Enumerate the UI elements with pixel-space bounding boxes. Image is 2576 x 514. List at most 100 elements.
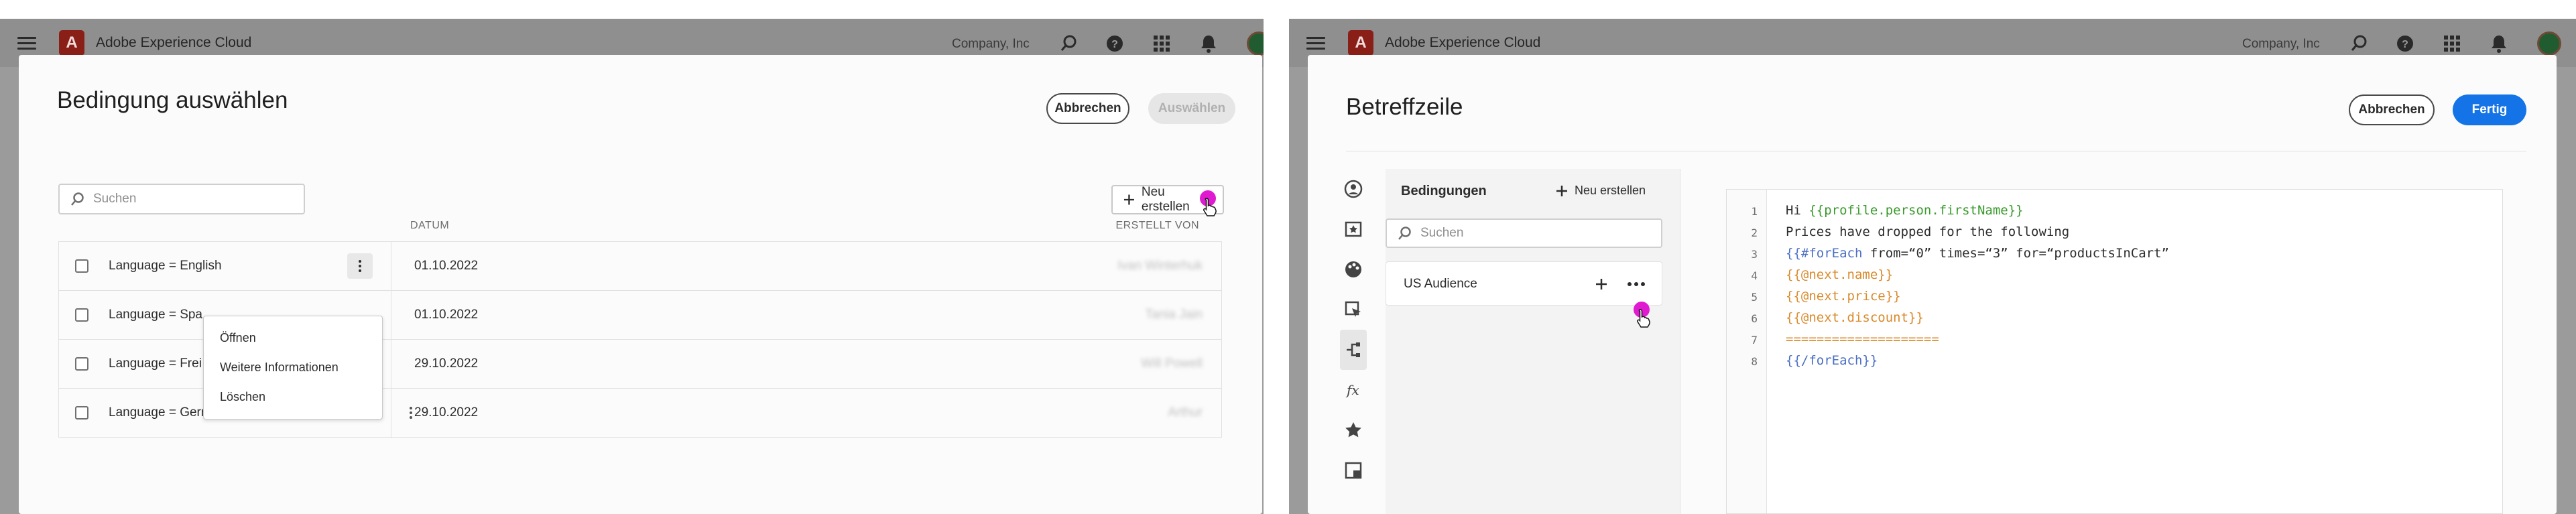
company-name[interactable]: Company, Inc [952,37,1030,52]
code-editor[interactable]: 1 2 3 4 5 6 7 8 Hi {{profile.person.firstName}}… [1726,189,2503,514]
panel-icon[interactable] [1340,450,1367,491]
hamburger-menu-icon[interactable] [17,34,36,52]
row-checkbox[interactable] [75,406,88,420]
apps-grid-icon[interactable] [2442,34,2462,54]
adobe-logo-icon[interactable]: A [59,30,84,56]
cursor-click-icon[interactable] [1340,290,1367,330]
row-condition: Language = Spa [109,308,202,322]
apps-grid-icon[interactable] [1152,34,1172,54]
menu-item-delete[interactable]: Löschen [204,382,382,411]
add-icon[interactable] [1595,278,1607,290]
plus-icon [1123,194,1134,205]
search-icon [1398,227,1411,240]
row-author: Will Powell [1141,357,1203,371]
conditions-panel: Bedingungen Neu erstellen Suchen US Audi… [1386,169,1680,514]
done-button[interactable]: Fertig [2453,94,2526,125]
conditions-search-input[interactable]: Suchen [1386,218,1662,248]
app-title: Adobe Experience Cloud [96,35,252,50]
line-number: 2 [1751,227,1758,239]
star-icon[interactable] [1340,410,1367,450]
hand-cursor-icon [1203,198,1217,216]
cancel-button[interactable]: Abbrechen [2349,94,2435,125]
search-icon [71,192,84,206]
app-title: Adobe Experience Cloud [1385,35,1541,50]
select-button[interactable]: Auswählen [1148,93,1235,124]
code-line[interactable]: {{@next.name}} [1786,267,1893,282]
star-badge-icon[interactable] [1340,209,1367,249]
row-date: 29.10.2022 [414,405,479,420]
code-token: {{@next.price}} [1786,289,1901,304]
bell-icon[interactable] [2489,34,2509,54]
conditions-heading: Bedingungen [1401,184,1487,198]
row-context-menu: Öffnen Weitere Informationen Löschen [203,316,383,420]
search-icon[interactable] [1059,34,1079,54]
code-token: {{#forEach [1786,246,1870,261]
hand-cursor-icon [1637,309,1650,328]
code-line[interactable]: {{@next.discount}} [1786,310,1924,325]
row-checkbox[interactable] [75,308,88,322]
condition-item-label: US Audience [1404,277,1477,291]
subject-line-dialog: Betreffzeile Abbrechen Fertig fx Bedingu… [1308,55,2557,514]
column-header-date[interactable]: DATUM [410,220,449,232]
row-date: 01.10.2022 [414,259,479,273]
code-token: {{profile.person.firstName}} [1808,203,2024,218]
code-line[interactable]: Hi {{profile.person.firstName}} [1786,203,2024,218]
code-token: from=“0” times=“3” for=“productsInCart” [1869,246,2169,261]
palette-icon[interactable] [1340,249,1367,290]
search-icon[interactable] [2349,34,2370,54]
code-token: {{/forEach}} [1786,353,1878,368]
code-line[interactable]: {{/forEach}} [1786,353,1878,368]
row-author: Ivan Winterhuk [1117,259,1203,273]
new-button-label: Neu erstellen [1575,184,1646,197]
row-checkbox[interactable] [75,259,88,273]
condition-item[interactable]: US Audience [1386,261,1662,306]
column-header-created-by[interactable]: ERSTELLT VON [1115,220,1199,232]
row-condition: Language = Frei [109,357,202,371]
code-token: {{@next.name}} [1786,267,1894,282]
editor-sidebar: fx [1340,169,1367,491]
more-options-icon[interactable] [347,253,373,279]
svg-text:?: ? [1111,39,1118,50]
company-name[interactable]: Company, Inc [2242,37,2320,52]
svg-text:?: ? [2402,39,2408,50]
left-screen: A Adobe Experience Cloud Company, Inc ? … [0,19,1264,514]
code-line[interactable]: ==================== [1786,332,1939,346]
conditions-icon[interactable] [1340,330,1367,370]
avatar[interactable] [1247,31,1264,56]
hamburger-menu-icon[interactable] [1306,34,1325,52]
line-number: 8 [1751,355,1758,368]
avatar[interactable] [2537,31,2561,56]
help-icon[interactable]: ? [2395,34,2415,54]
cancel-button[interactable]: Abbrechen [1046,93,1129,124]
code-line[interactable]: Prices have dropped for the following [1786,224,2069,239]
line-number: 3 [1751,248,1758,261]
more-options-icon[interactable] [1628,282,1645,286]
search-placeholder: Suchen [93,192,137,206]
row-checkbox[interactable] [75,357,88,371]
new-condition-button[interactable]: Neu erstellen [1556,184,1646,198]
table-row[interactable]: Language = English 01.10.2022 Ivan Winte… [58,242,1222,291]
code-line[interactable]: {{#forEach from=“0” times=“3” for=“produ… [1786,246,2169,261]
profile-icon[interactable] [1340,169,1367,209]
search-input[interactable]: Suchen [58,184,305,214]
row-author: Arthur [1168,405,1203,420]
code-line[interactable]: {{@next.price}} [1786,289,1901,304]
adobe-logo-icon[interactable]: A [1348,30,1373,56]
select-condition-dialog: Bedingung auswählen Abbrechen Auswählen … [19,55,1262,514]
row-date: 01.10.2022 [414,308,479,322]
menu-item-open[interactable]: Öffnen [204,323,382,352]
dialog-title: Betreffzeile [1346,94,1463,120]
right-screen: A Adobe Experience Cloud Company, Inc ? … [1289,19,2576,514]
code-token: Prices have dropped for the following [1786,224,2070,239]
bell-icon[interactable] [1199,34,1219,54]
help-icon[interactable]: ? [1105,34,1125,54]
function-icon[interactable]: fx [1340,370,1367,410]
code-token: {{@next.discount}} [1786,310,1924,325]
row-date: 29.10.2022 [414,357,479,371]
line-number: 1 [1751,205,1758,218]
row-author: Tania Jain [1145,308,1203,322]
line-number: 6 [1751,312,1758,325]
menu-item-more-info[interactable]: Weitere Informationen [204,352,382,382]
code-token: ==================== [1786,332,1939,346]
plus-icon [1556,185,1567,196]
